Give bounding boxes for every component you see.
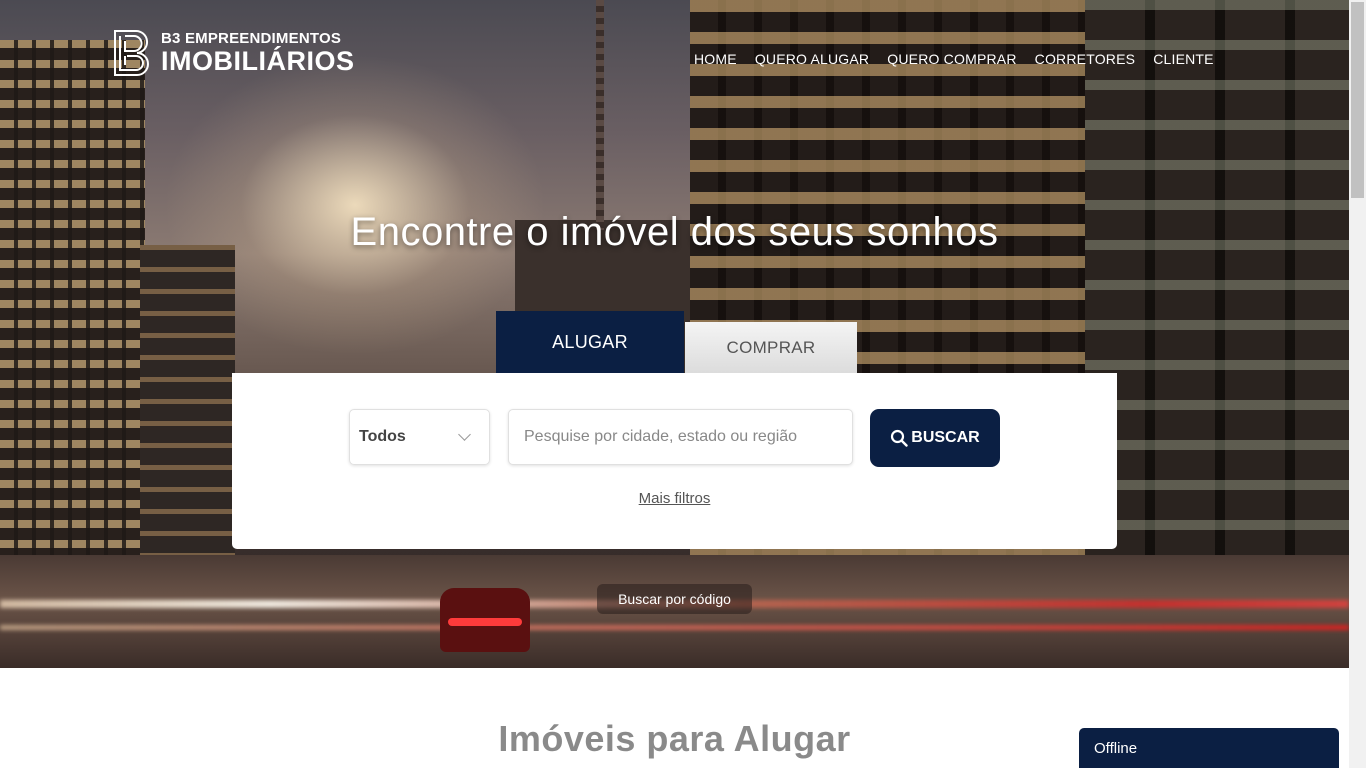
tab-alugar[interactable]: ALUGAR bbox=[496, 311, 684, 373]
hero-building bbox=[140, 245, 235, 555]
property-type-select[interactable]: Todos bbox=[349, 409, 490, 465]
scrollbar-thumb[interactable] bbox=[1351, 2, 1364, 198]
chat-status: Offline bbox=[1094, 739, 1138, 757]
more-filters-link[interactable]: Mais filtros bbox=[232, 490, 1117, 507]
hero-antenna bbox=[596, 0, 604, 230]
brand-logo[interactable]: B3 EMPREENDIMENTOS IMOBILIÁRIOS bbox=[113, 29, 355, 77]
hero-headline: Encontre o imóvel dos seus sonhos bbox=[350, 210, 999, 254]
nav-corretores[interactable]: CORRETORES bbox=[1035, 51, 1136, 67]
nav-quero-comprar[interactable]: QUERO COMPRAR bbox=[887, 51, 1016, 67]
search-button[interactable]: BUSCAR bbox=[870, 409, 1000, 467]
hero-building bbox=[0, 40, 145, 560]
search-panel: Todos BUSCAR Mais filtros bbox=[232, 373, 1117, 549]
nav-home[interactable]: HOME bbox=[694, 51, 737, 67]
nav-cliente[interactable]: CLIENTE bbox=[1153, 51, 1214, 67]
location-search-input[interactable] bbox=[508, 409, 853, 465]
brand-name-line2: IMOBILIÁRIOS bbox=[161, 46, 355, 76]
b-logo-icon bbox=[114, 29, 149, 76]
property-type-value: Todos bbox=[359, 428, 406, 445]
chat-widget[interactable]: Offline bbox=[1079, 728, 1339, 768]
nav-quero-alugar[interactable]: QUERO ALUGAR bbox=[755, 51, 869, 67]
search-icon bbox=[891, 429, 908, 447]
search-button-label: BUSCAR bbox=[911, 429, 980, 446]
chevron-down-icon bbox=[458, 428, 471, 441]
tab-comprar[interactable]: COMPRAR bbox=[685, 322, 857, 373]
page-scrollbar[interactable] bbox=[1349, 0, 1366, 768]
brand-name-line1: B3 EMPREENDIMENTOS bbox=[161, 30, 342, 47]
hero-building bbox=[1085, 0, 1349, 600]
hero-car bbox=[440, 588, 530, 652]
search-by-code-button[interactable]: Buscar por código bbox=[597, 584, 752, 614]
main-nav: HOME QUERO ALUGAR QUERO COMPRAR CORRETOR… bbox=[694, 51, 1214, 67]
